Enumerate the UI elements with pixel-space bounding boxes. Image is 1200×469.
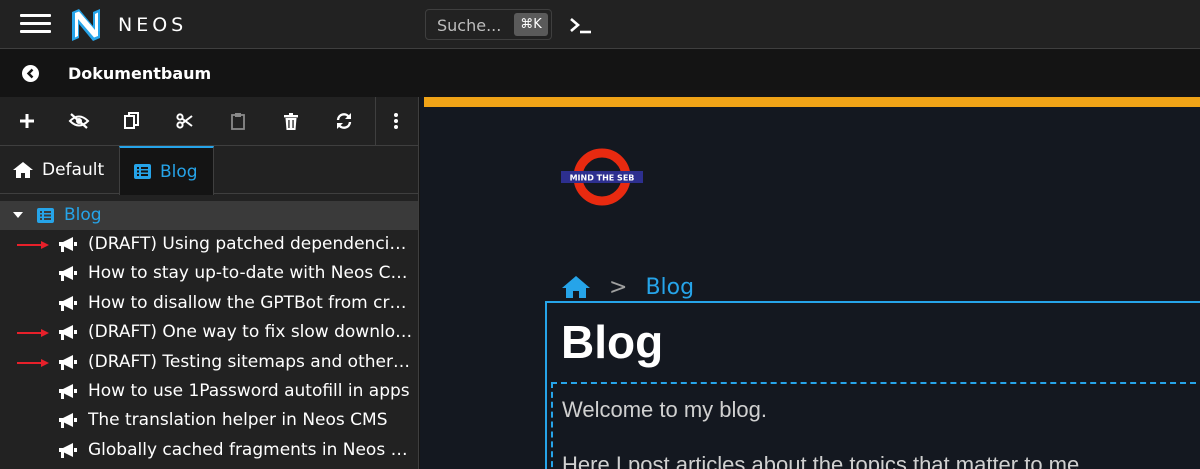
red-arrow-marker (17, 359, 49, 367)
copy-node-button[interactable] (120, 109, 144, 133)
page-title[interactable]: Blog (561, 315, 663, 369)
breadcrumb-current[interactable]: Blog (645, 275, 694, 300)
list-icon (134, 164, 151, 179)
delete-node-button[interactable] (279, 109, 303, 133)
home-icon[interactable] (561, 275, 591, 299)
document-tree-sidebar: Default Blog Blog (DRAFT) Using patched … (0, 97, 419, 469)
document-tree-header: Dokumentbaum (0, 50, 1200, 97)
tree-item-label: (DRAFT) One way to fix slow downloads (88, 322, 414, 342)
breadcrumb: > Blog (561, 273, 694, 301)
toolbar-divider (375, 97, 376, 145)
search-input[interactable]: Suche... ⌘K (425, 9, 552, 40)
tree-item[interactable]: (DRAFT) One way to fix slow downloads (0, 318, 418, 347)
top-bar: NEOS Suche... ⌘K (0, 0, 1200, 49)
tab-blog[interactable]: Blog (119, 146, 214, 195)
tree-item-label: How to stay up-to-date with Neos CMS (88, 263, 414, 283)
search-placeholder: Suche... (437, 16, 502, 35)
tree-item[interactable]: (DRAFT) Testing sitemaps and other thing… (0, 348, 418, 377)
tree-item[interactable]: How to disallow the GPTBot from crawling (0, 289, 418, 318)
list-icon (37, 208, 54, 223)
terminal-icon[interactable] (569, 14, 593, 36)
megaphone-icon (59, 325, 77, 340)
tree-item-label: How to disallow the GPTBot from crawling (88, 293, 414, 313)
megaphone-icon (59, 266, 77, 281)
plus-icon (20, 114, 34, 128)
paragraph[interactable]: Here I post articles about the topics th… (562, 452, 1085, 469)
hide-node-button[interactable] (67, 109, 91, 133)
tree-toolbar (0, 97, 419, 146)
menu-icon[interactable] (20, 14, 51, 35)
more-options-button[interactable] (384, 109, 408, 133)
tree-item[interactable]: How to stay up-to-date with Neos CMS (0, 259, 418, 288)
caret-down-icon[interactable] (13, 212, 23, 218)
tree-root-label: Blog (64, 205, 102, 225)
tree-root-node[interactable]: Blog (0, 201, 418, 230)
tree-item[interactable]: How to use 1Password autofill in apps (0, 377, 418, 406)
trash-icon (284, 112, 298, 130)
copy-icon (124, 112, 139, 129)
megaphone-icon (59, 237, 77, 252)
megaphone-icon (59, 443, 77, 458)
cut-icon (176, 113, 193, 129)
tree-item-label: The translation helper in Neos CMS (88, 410, 388, 430)
search-shortcut-badge: ⌘K (514, 13, 548, 36)
refresh-icon (336, 113, 352, 129)
megaphone-icon (59, 296, 77, 311)
tree-item[interactable]: The translation helper in Neos CMS (0, 406, 418, 435)
site-logo[interactable]: MIND THE SEB (560, 148, 644, 206)
neos-logo-icon[interactable] (70, 9, 102, 41)
logo-text: NEOS (118, 14, 188, 36)
tab-label: Blog (160, 161, 198, 182)
tree-item-label: (DRAFT) Using patched dependencies with … (88, 234, 414, 254)
refresh-tree-button[interactable] (332, 109, 356, 133)
paste-node-button[interactable] (226, 109, 250, 133)
tree-item[interactable]: Globally cached fragments in Neos CMS (0, 436, 418, 465)
red-arrow-marker (17, 329, 49, 337)
megaphone-icon (59, 355, 77, 370)
breadcrumb-separator: > (609, 274, 628, 300)
tree-tabs: Default Blog (0, 146, 419, 195)
megaphone-icon (59, 384, 77, 399)
home-icon (13, 162, 33, 178)
hide-icon (68, 113, 90, 129)
paragraph[interactable]: Welcome to my blog. (562, 397, 767, 423)
panel-title: Dokumentbaum (68, 64, 212, 83)
cut-node-button[interactable] (173, 109, 197, 133)
site-logo-text: MIND THE SEB (570, 174, 635, 183)
tree-item-label: Globally cached fragments in Neos CMS (88, 440, 414, 460)
tab-default[interactable]: Default (0, 146, 119, 194)
more-icon (394, 113, 398, 129)
megaphone-icon (59, 413, 77, 428)
workspace-status-bar (424, 97, 1200, 107)
collapse-panel-icon[interactable] (22, 65, 39, 82)
tree-item-label: How to use 1Password autofill in apps (88, 381, 410, 401)
paste-icon (231, 113, 245, 130)
red-arrow-marker (17, 241, 49, 249)
content-preview: MIND THE SEB > Blog Blog Welcome to my b… (420, 97, 1200, 469)
tree-item-label: (DRAFT) Testing sitemaps and other thing… (88, 352, 414, 372)
add-node-button[interactable] (15, 109, 39, 133)
tab-label: Default (42, 160, 105, 180)
tree-item[interactable]: (DRAFT) Using patched dependencies with … (0, 230, 418, 259)
